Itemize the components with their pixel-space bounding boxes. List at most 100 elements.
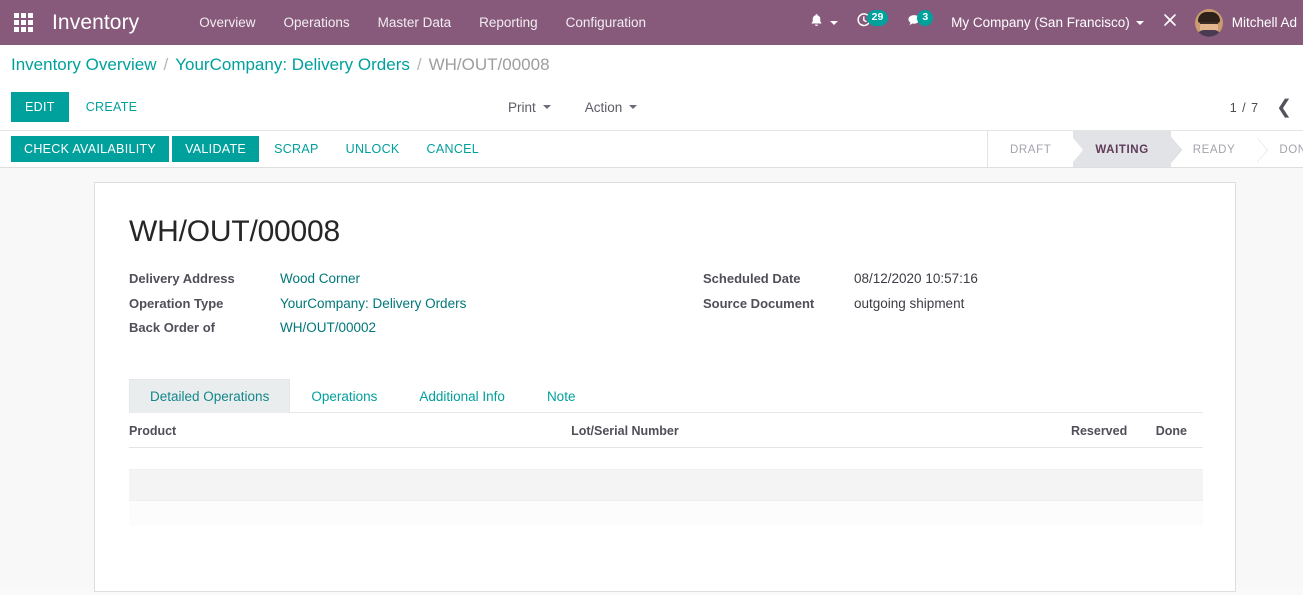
table-body bbox=[129, 447, 1203, 526]
app-brand-inventory[interactable]: Inventory bbox=[46, 11, 147, 35]
print-dropdown[interactable]: Print bbox=[500, 94, 559, 121]
bell-icon bbox=[809, 12, 824, 33]
breadcrumb: Inventory Overview / YourCompany: Delive… bbox=[0, 45, 1303, 84]
cell-product bbox=[129, 469, 572, 501]
edit-button[interactable]: EDIT bbox=[11, 92, 69, 122]
notifications-menu[interactable] bbox=[800, 0, 847, 45]
form-column-left: Delivery Address Wood Corner Operation T… bbox=[129, 271, 666, 345]
field-scheduled-date: Scheduled Date 08/12/2020 10:57:16 bbox=[703, 271, 1203, 296]
notebook: Detailed Operations Operations Additiona… bbox=[129, 378, 1203, 526]
check-availability-button[interactable]: CHECK AVAILABILITY bbox=[11, 136, 170, 162]
company-switcher[interactable]: My Company (San Francisco) bbox=[942, 0, 1153, 45]
table-header-row: Product Lot/Serial Number Reserved Done bbox=[129, 414, 1203, 448]
status-step-ready[interactable]: READY bbox=[1171, 131, 1268, 167]
status-pipeline: DRAFT WAITING READY DONE bbox=[987, 131, 1303, 167]
navbar-systray: 29 3 My Company (San Francisco) Mitchell… bbox=[800, 0, 1303, 45]
field-value-back-order-of[interactable]: WH/OUT/00002 bbox=[280, 320, 376, 335]
pager-nav: ❮ bbox=[1269, 98, 1299, 117]
control-panel: EDIT CREATE Print Action 1 / 7 ❮ bbox=[0, 84, 1303, 131]
column-header-reserved: Reserved bbox=[1053, 414, 1144, 448]
table-row[interactable] bbox=[129, 500, 1203, 526]
field-value-delivery-address[interactable]: Wood Corner bbox=[280, 271, 360, 286]
tab-detailed-operations[interactable]: Detailed Operations bbox=[129, 378, 291, 413]
wrench-tools-icon bbox=[1162, 12, 1178, 33]
field-value-operation-type[interactable]: YourCompany: Delivery Orders bbox=[280, 296, 466, 311]
cell-done bbox=[1143, 447, 1203, 470]
chevron-down-icon bbox=[542, 105, 551, 109]
main-menu: Overview Operations Master Data Reportin… bbox=[185, 0, 660, 45]
field-label-operation-type: Operation Type bbox=[129, 295, 224, 311]
page-title: WH/OUT/00008 bbox=[129, 215, 340, 248]
cancel-button[interactable]: CANCEL bbox=[415, 136, 492, 162]
validate-button[interactable]: VALIDATE bbox=[172, 136, 260, 162]
apps-menu-button[interactable] bbox=[0, 0, 46, 45]
field-label-scheduled-date: Scheduled Date bbox=[703, 271, 801, 286]
control-panel-dropdowns: Print Action bbox=[500, 94, 663, 121]
print-label: Print bbox=[508, 99, 536, 115]
action-label: Action bbox=[584, 99, 623, 115]
content-area: WH/OUT/00008 Delivery Address Wood Corne… bbox=[0, 168, 1303, 592]
move-lines-table: Product Lot/Serial Number Reserved Done bbox=[129, 414, 1203, 526]
breadcrumb-item-inventory-overview[interactable]: Inventory Overview bbox=[11, 55, 157, 75]
messages-count-badge: 3 bbox=[917, 10, 934, 26]
user-name-label: Mitchell Ad bbox=[1231, 15, 1297, 30]
table-header: Product Lot/Serial Number Reserved Done bbox=[129, 414, 1203, 448]
status-step-draft[interactable]: DRAFT bbox=[988, 131, 1085, 167]
chevron-left-icon[interactable]: ❮ bbox=[1269, 98, 1299, 117]
avatar bbox=[1194, 8, 1223, 37]
chevron-down-icon bbox=[829, 20, 838, 25]
form-statusbar: CHECK AVAILABILITY VALIDATE SCRAP UNLOCK… bbox=[0, 131, 1303, 168]
create-button[interactable]: CREATE bbox=[75, 92, 149, 122]
tab-additional-info[interactable]: Additional Info bbox=[398, 379, 526, 413]
tab-note[interactable]: Note bbox=[526, 379, 597, 413]
top-navbar: Inventory Overview Operations Master Dat… bbox=[0, 0, 1303, 45]
field-label-source-document: Source Document bbox=[703, 295, 815, 311]
tab-operations[interactable]: Operations bbox=[290, 379, 398, 413]
form-column-right: Scheduled Date 08/12/2020 10:57:16 Sourc… bbox=[666, 271, 1203, 345]
cell-lot-serial-number bbox=[571, 469, 1054, 501]
apps-grid-icon bbox=[13, 13, 33, 32]
cell-lot-serial-number bbox=[571, 500, 1054, 526]
cell-reserved bbox=[1053, 469, 1144, 501]
pager-count: 1 / 7 bbox=[1229, 100, 1260, 115]
developer-tools-menu[interactable] bbox=[1153, 0, 1187, 45]
chevron-down-icon bbox=[1135, 20, 1144, 25]
field-operation-type: Operation Type YourCompany: Delivery Ord… bbox=[129, 296, 666, 321]
action-dropdown[interactable]: Action bbox=[577, 94, 646, 121]
menu-item-configuration[interactable]: Configuration bbox=[552, 0, 660, 45]
breadcrumb-item-current: WH/OUT/00008 bbox=[428, 54, 550, 74]
field-value-scheduled-date: 08/12/2020 10:57:16 bbox=[854, 271, 978, 286]
menu-item-reporting[interactable]: Reporting bbox=[465, 0, 552, 45]
cell-reserved bbox=[1053, 447, 1144, 470]
cell-product bbox=[129, 500, 572, 526]
field-delivery-address: Delivery Address Wood Corner bbox=[129, 271, 666, 296]
form-sheet: WH/OUT/00008 Delivery Address Wood Corne… bbox=[94, 182, 1236, 592]
field-label-back-order-of: Back Order of bbox=[129, 320, 215, 335]
breadcrumb-separator: / bbox=[163, 54, 169, 74]
table-row[interactable] bbox=[129, 447, 1203, 470]
record-pager: 1 / 7 ❮ bbox=[1230, 84, 1303, 131]
column-header-done: Done bbox=[1143, 414, 1203, 448]
menu-item-operations[interactable]: Operations bbox=[270, 0, 364, 45]
messaging-menu[interactable]: 3 bbox=[897, 0, 942, 45]
breadcrumb-separator: / bbox=[416, 54, 422, 74]
cell-reserved bbox=[1053, 500, 1144, 526]
status-step-waiting[interactable]: WAITING bbox=[1073, 131, 1183, 167]
cell-done bbox=[1143, 500, 1203, 526]
cell-done bbox=[1143, 469, 1203, 501]
cell-lot-serial-number bbox=[571, 447, 1054, 470]
menu-item-overview[interactable]: Overview bbox=[185, 0, 269, 45]
user-menu[interactable]: Mitchell Ad bbox=[1187, 0, 1303, 45]
activities-menu[interactable]: 29 bbox=[847, 0, 898, 45]
scrap-button[interactable]: SCRAP bbox=[262, 136, 331, 162]
form-fields: Delivery Address Wood Corner Operation T… bbox=[129, 271, 1203, 345]
activity-count-badge: 29 bbox=[866, 10, 889, 26]
column-header-product: Product bbox=[129, 414, 572, 448]
breadcrumb-item-delivery-orders[interactable]: YourCompany: Delivery Orders bbox=[175, 55, 410, 75]
table-row[interactable] bbox=[129, 469, 1203, 501]
menu-item-master-data[interactable]: Master Data bbox=[364, 0, 466, 45]
unlock-button[interactable]: UNLOCK bbox=[334, 136, 412, 162]
field-value-source-document: outgoing shipment bbox=[854, 295, 965, 311]
cell-product bbox=[129, 447, 572, 470]
chevron-down-icon bbox=[629, 105, 638, 109]
